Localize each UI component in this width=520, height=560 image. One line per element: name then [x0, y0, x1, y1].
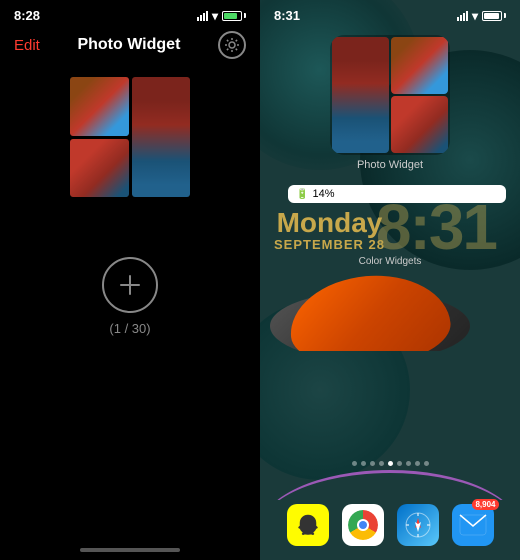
purple-arc: [260, 470, 520, 500]
battery-icon: [222, 11, 246, 21]
clock-display: Monday SEPTEMBER 28 8:31: [260, 209, 520, 252]
shape-orange: [286, 271, 453, 351]
left-time: 8:28: [14, 8, 40, 23]
gear-icon: [224, 37, 240, 53]
safari-icon[interactable]: [397, 504, 439, 546]
left-panel: 8:28 ▾ Edit Photo Widget: [0, 0, 260, 560]
widget-cell-3: [391, 96, 448, 153]
big-time-display: 8:31: [376, 199, 496, 257]
safari-compass: [404, 511, 432, 539]
page-dot: [370, 461, 375, 466]
clock-row: Monday SEPTEMBER 28 8:31: [274, 209, 506, 252]
page-dot: [424, 461, 429, 466]
home-indicator-left: [80, 548, 180, 552]
edit-button[interactable]: Edit: [14, 37, 40, 54]
page-dot: [406, 461, 411, 466]
photo-cell-2: [132, 77, 191, 197]
left-status-icons: ▾: [197, 9, 246, 23]
page-dot: [379, 461, 384, 466]
dock-area: 8,904: [260, 457, 520, 560]
widget-cell-2: [332, 37, 389, 153]
page-dot: [415, 461, 420, 466]
right-wifi-icon: ▾: [472, 9, 478, 23]
chrome-icon[interactable]: [342, 504, 384, 546]
right-status-icons: ▾: [457, 9, 506, 23]
page-dot: [352, 461, 357, 466]
right-time: 8:31: [274, 8, 300, 23]
snapchat-ghost: [295, 512, 321, 538]
photo-widget[interactable]: [330, 35, 450, 155]
photo-grid: [70, 77, 190, 197]
right-battery-icon: [482, 11, 506, 21]
battery-percent: 14%: [312, 188, 334, 200]
color-widgets-label: Color Widgets: [260, 256, 520, 267]
purple-arc-container: [260, 470, 520, 500]
widget-name-label: Photo Widget: [357, 159, 423, 171]
left-status-bar: 8:28 ▾: [0, 0, 260, 27]
dock-icons: 8,904: [260, 500, 520, 560]
mail-icon[interactable]: 8,904: [452, 504, 494, 546]
left-header: Edit Photo Widget: [0, 27, 260, 67]
signal-icon: [197, 11, 208, 21]
page-dot-active: [388, 461, 393, 466]
color-widget-area: [260, 271, 520, 351]
widget-cell-1: [391, 37, 448, 94]
plus-icon: [116, 271, 144, 299]
right-signal-icon: [457, 11, 468, 21]
wifi-icon: ▾: [212, 9, 218, 23]
page-title: Photo Widget: [77, 36, 180, 54]
day-of-week: Monday: [274, 209, 385, 237]
mail-envelope: [459, 514, 487, 536]
right-status-bar: 8:31 ▾: [260, 0, 520, 27]
page-dot: [361, 461, 366, 466]
right-panel: 8:31 ▾ Photo Widget 🔋: [260, 0, 520, 560]
page-dot: [397, 461, 402, 466]
battery-small-icon: 🔋: [296, 189, 308, 200]
photo-cell-3: [70, 139, 129, 198]
add-photo-container: (1 / 30): [102, 257, 158, 336]
settings-button[interactable]: [218, 31, 246, 59]
add-button[interactable]: [102, 257, 158, 313]
photo-count-label: (1 / 30): [109, 321, 150, 336]
photo-cell-1: [70, 77, 129, 136]
snapchat-icon[interactable]: [287, 504, 329, 546]
page-dots: [260, 457, 520, 470]
widget-area: Photo Widget: [260, 27, 520, 179]
mail-badge: 8,904: [472, 499, 498, 510]
date-text: SEPTEMBER 28: [274, 237, 385, 252]
